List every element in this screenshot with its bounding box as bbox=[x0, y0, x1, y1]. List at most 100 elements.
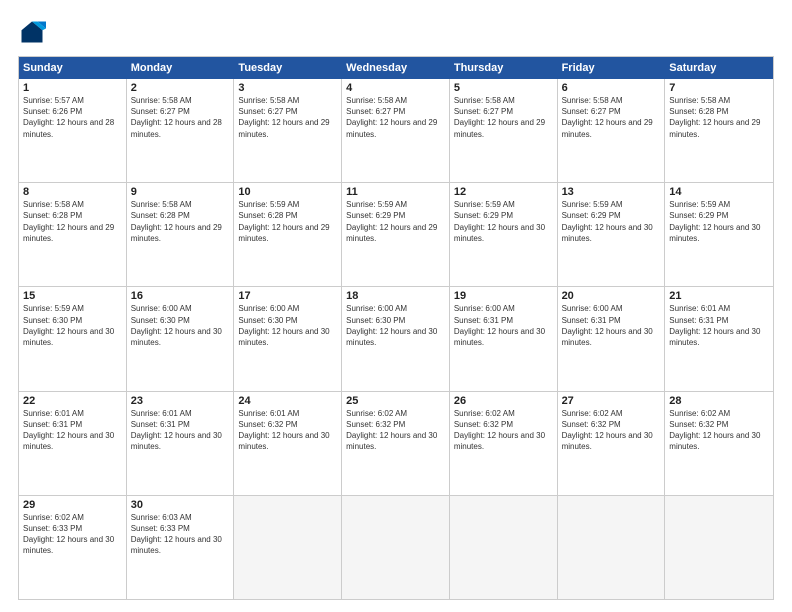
cell-info: Sunrise: 6:00 AM Sunset: 6:31 PM Dayligh… bbox=[454, 303, 553, 348]
calendar-cell: 24 Sunrise: 6:01 AM Sunset: 6:32 PM Dayl… bbox=[234, 392, 342, 495]
cell-info: Sunrise: 5:59 AM Sunset: 6:29 PM Dayligh… bbox=[454, 199, 553, 244]
cell-info: Sunrise: 6:02 AM Sunset: 6:32 PM Dayligh… bbox=[454, 408, 553, 453]
day-number: 22 bbox=[23, 395, 122, 407]
calendar-row-3: 15 Sunrise: 5:59 AM Sunset: 6:30 PM Dayl… bbox=[19, 287, 773, 391]
day-number: 12 bbox=[454, 186, 553, 198]
calendar-cell: 27 Sunrise: 6:02 AM Sunset: 6:32 PM Dayl… bbox=[558, 392, 666, 495]
calendar-cell: 4 Sunrise: 5:58 AM Sunset: 6:27 PM Dayli… bbox=[342, 79, 450, 182]
header bbox=[18, 18, 774, 46]
calendar-cell: 30 Sunrise: 6:03 AM Sunset: 6:33 PM Dayl… bbox=[127, 496, 235, 599]
calendar-cell: 22 Sunrise: 6:01 AM Sunset: 6:31 PM Dayl… bbox=[19, 392, 127, 495]
cell-info: Sunrise: 6:00 AM Sunset: 6:31 PM Dayligh… bbox=[562, 303, 661, 348]
header-day-sunday: Sunday bbox=[19, 57, 127, 79]
day-number: 15 bbox=[23, 290, 122, 302]
calendar-cell: 23 Sunrise: 6:01 AM Sunset: 6:31 PM Dayl… bbox=[127, 392, 235, 495]
cell-info: Sunrise: 6:02 AM Sunset: 6:32 PM Dayligh… bbox=[562, 408, 661, 453]
cell-info: Sunrise: 5:58 AM Sunset: 6:28 PM Dayligh… bbox=[669, 95, 769, 140]
cell-info: Sunrise: 5:58 AM Sunset: 6:27 PM Dayligh… bbox=[454, 95, 553, 140]
calendar-cell bbox=[450, 496, 558, 599]
day-number: 16 bbox=[131, 290, 230, 302]
calendar-row-2: 8 Sunrise: 5:58 AM Sunset: 6:28 PM Dayli… bbox=[19, 183, 773, 287]
calendar-cell: 15 Sunrise: 5:59 AM Sunset: 6:30 PM Dayl… bbox=[19, 287, 127, 390]
cell-info: Sunrise: 6:00 AM Sunset: 6:30 PM Dayligh… bbox=[131, 303, 230, 348]
day-number: 11 bbox=[346, 186, 445, 198]
calendar-cell: 1 Sunrise: 5:57 AM Sunset: 6:26 PM Dayli… bbox=[19, 79, 127, 182]
day-number: 1 bbox=[23, 82, 122, 94]
day-number: 21 bbox=[669, 290, 769, 302]
calendar-cell: 19 Sunrise: 6:00 AM Sunset: 6:31 PM Dayl… bbox=[450, 287, 558, 390]
calendar-cell: 6 Sunrise: 5:58 AM Sunset: 6:27 PM Dayli… bbox=[558, 79, 666, 182]
day-number: 24 bbox=[238, 395, 337, 407]
calendar: SundayMondayTuesdayWednesdayThursdayFrid… bbox=[18, 56, 774, 600]
day-number: 3 bbox=[238, 82, 337, 94]
cell-info: Sunrise: 6:03 AM Sunset: 6:33 PM Dayligh… bbox=[131, 512, 230, 557]
calendar-cell: 7 Sunrise: 5:58 AM Sunset: 6:28 PM Dayli… bbox=[665, 79, 773, 182]
calendar-cell: 16 Sunrise: 6:00 AM Sunset: 6:30 PM Dayl… bbox=[127, 287, 235, 390]
cell-info: Sunrise: 5:58 AM Sunset: 6:27 PM Dayligh… bbox=[238, 95, 337, 140]
day-number: 5 bbox=[454, 82, 553, 94]
cell-info: Sunrise: 5:59 AM Sunset: 6:30 PM Dayligh… bbox=[23, 303, 122, 348]
cell-info: Sunrise: 5:58 AM Sunset: 6:27 PM Dayligh… bbox=[562, 95, 661, 140]
calendar-cell: 13 Sunrise: 5:59 AM Sunset: 6:29 PM Dayl… bbox=[558, 183, 666, 286]
cell-info: Sunrise: 6:00 AM Sunset: 6:30 PM Dayligh… bbox=[238, 303, 337, 348]
header-day-tuesday: Tuesday bbox=[234, 57, 342, 79]
day-number: 29 bbox=[23, 499, 122, 511]
day-number: 17 bbox=[238, 290, 337, 302]
header-day-monday: Monday bbox=[127, 57, 235, 79]
cell-info: Sunrise: 6:00 AM Sunset: 6:30 PM Dayligh… bbox=[346, 303, 445, 348]
cell-info: Sunrise: 5:59 AM Sunset: 6:29 PM Dayligh… bbox=[346, 199, 445, 244]
day-number: 19 bbox=[454, 290, 553, 302]
calendar-header: SundayMondayTuesdayWednesdayThursdayFrid… bbox=[19, 57, 773, 79]
page: SundayMondayTuesdayWednesdayThursdayFrid… bbox=[0, 0, 792, 612]
calendar-cell bbox=[234, 496, 342, 599]
logo-icon bbox=[18, 18, 46, 46]
calendar-cell bbox=[558, 496, 666, 599]
cell-info: Sunrise: 6:01 AM Sunset: 6:31 PM Dayligh… bbox=[23, 408, 122, 453]
day-number: 4 bbox=[346, 82, 445, 94]
cell-info: Sunrise: 5:58 AM Sunset: 6:27 PM Dayligh… bbox=[346, 95, 445, 140]
day-number: 13 bbox=[562, 186, 661, 198]
calendar-cell bbox=[665, 496, 773, 599]
calendar-cell: 21 Sunrise: 6:01 AM Sunset: 6:31 PM Dayl… bbox=[665, 287, 773, 390]
day-number: 27 bbox=[562, 395, 661, 407]
day-number: 30 bbox=[131, 499, 230, 511]
calendar-cell bbox=[342, 496, 450, 599]
day-number: 26 bbox=[454, 395, 553, 407]
day-number: 9 bbox=[131, 186, 230, 198]
calendar-cell: 5 Sunrise: 5:58 AM Sunset: 6:27 PM Dayli… bbox=[450, 79, 558, 182]
header-day-friday: Friday bbox=[558, 57, 666, 79]
calendar-cell: 28 Sunrise: 6:02 AM Sunset: 6:32 PM Dayl… bbox=[665, 392, 773, 495]
day-number: 2 bbox=[131, 82, 230, 94]
cell-info: Sunrise: 6:02 AM Sunset: 6:32 PM Dayligh… bbox=[669, 408, 769, 453]
cell-info: Sunrise: 5:57 AM Sunset: 6:26 PM Dayligh… bbox=[23, 95, 122, 140]
cell-info: Sunrise: 6:02 AM Sunset: 6:33 PM Dayligh… bbox=[23, 512, 122, 557]
calendar-cell: 3 Sunrise: 5:58 AM Sunset: 6:27 PM Dayli… bbox=[234, 79, 342, 182]
header-day-thursday: Thursday bbox=[450, 57, 558, 79]
cell-info: Sunrise: 5:59 AM Sunset: 6:29 PM Dayligh… bbox=[669, 199, 769, 244]
day-number: 23 bbox=[131, 395, 230, 407]
calendar-cell: 25 Sunrise: 6:02 AM Sunset: 6:32 PM Dayl… bbox=[342, 392, 450, 495]
cell-info: Sunrise: 5:59 AM Sunset: 6:29 PM Dayligh… bbox=[562, 199, 661, 244]
calendar-row-5: 29 Sunrise: 6:02 AM Sunset: 6:33 PM Dayl… bbox=[19, 496, 773, 599]
cell-info: Sunrise: 6:02 AM Sunset: 6:32 PM Dayligh… bbox=[346, 408, 445, 453]
cell-info: Sunrise: 6:01 AM Sunset: 6:31 PM Dayligh… bbox=[669, 303, 769, 348]
calendar-cell: 17 Sunrise: 6:00 AM Sunset: 6:30 PM Dayl… bbox=[234, 287, 342, 390]
header-day-saturday: Saturday bbox=[665, 57, 773, 79]
calendar-body: 1 Sunrise: 5:57 AM Sunset: 6:26 PM Dayli… bbox=[19, 79, 773, 599]
day-number: 6 bbox=[562, 82, 661, 94]
day-number: 25 bbox=[346, 395, 445, 407]
day-number: 28 bbox=[669, 395, 769, 407]
logo bbox=[18, 18, 50, 46]
calendar-cell: 18 Sunrise: 6:00 AM Sunset: 6:30 PM Dayl… bbox=[342, 287, 450, 390]
calendar-cell: 10 Sunrise: 5:59 AM Sunset: 6:28 PM Dayl… bbox=[234, 183, 342, 286]
calendar-cell: 14 Sunrise: 5:59 AM Sunset: 6:29 PM Dayl… bbox=[665, 183, 773, 286]
header-day-wednesday: Wednesday bbox=[342, 57, 450, 79]
day-number: 14 bbox=[669, 186, 769, 198]
calendar-cell: 26 Sunrise: 6:02 AM Sunset: 6:32 PM Dayl… bbox=[450, 392, 558, 495]
cell-info: Sunrise: 5:58 AM Sunset: 6:27 PM Dayligh… bbox=[131, 95, 230, 140]
day-number: 20 bbox=[562, 290, 661, 302]
calendar-row-1: 1 Sunrise: 5:57 AM Sunset: 6:26 PM Dayli… bbox=[19, 79, 773, 183]
cell-info: Sunrise: 6:01 AM Sunset: 6:31 PM Dayligh… bbox=[131, 408, 230, 453]
calendar-cell: 8 Sunrise: 5:58 AM Sunset: 6:28 PM Dayli… bbox=[19, 183, 127, 286]
calendar-cell: 20 Sunrise: 6:00 AM Sunset: 6:31 PM Dayl… bbox=[558, 287, 666, 390]
